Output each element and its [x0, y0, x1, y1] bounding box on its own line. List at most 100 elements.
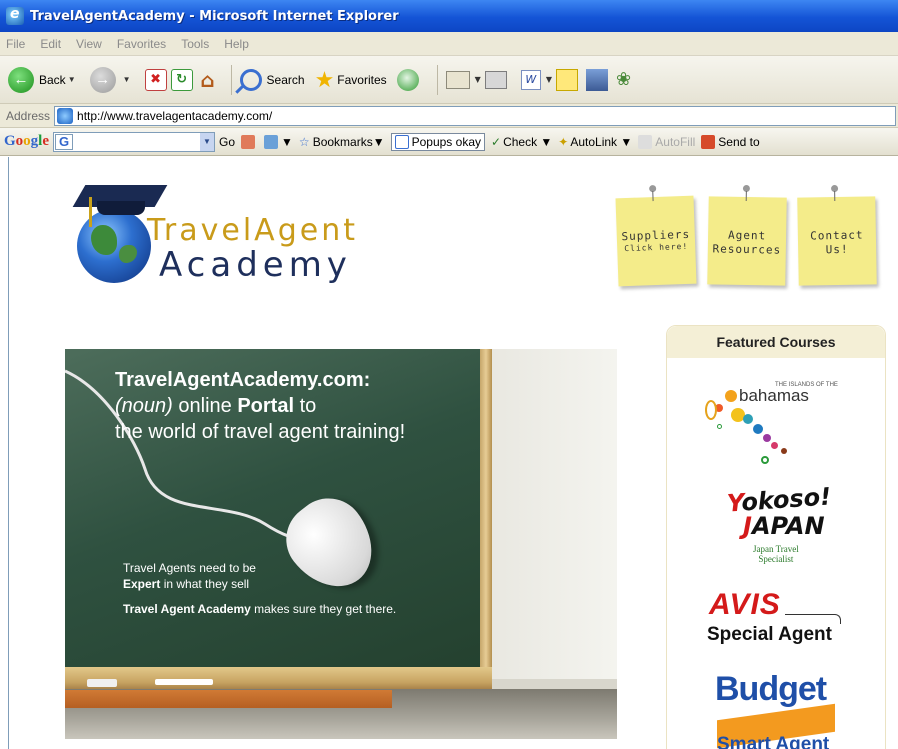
favorites-label: Favorites [337, 72, 387, 87]
avis-swoosh [785, 614, 841, 624]
refresh-icon[interactable]: ↻ [170, 68, 193, 91]
hero-sentence2: Expert in what they sell [123, 577, 249, 591]
page-icon [57, 107, 74, 124]
menu-file[interactable]: File [6, 37, 25, 51]
forward-arrow-icon: → [89, 66, 116, 93]
hero-sentence1: Travel Agents need to be [123, 561, 256, 575]
yokoso-line2: JAPAN [743, 512, 825, 540]
avis-special-agent-link[interactable]: AVIS Special Agent [667, 588, 887, 652]
popups-okay-button[interactable]: Popups okay [390, 132, 485, 151]
bookmarks-button[interactable]: ☆ Bookmarks ▼ [299, 135, 385, 149]
bookmarks-label: Bookmarks [312, 134, 373, 149]
agent-resources-note-link[interactable]: Agent Resources [707, 196, 787, 286]
back-button[interactable]: ← Back ▼ [8, 66, 80, 93]
standard-toolbar: ← Back ▼ → ▼ ✖ ↻ ⌂ Search ★ Favorites ▼ … [0, 56, 898, 104]
pagerank-icon[interactable] [241, 134, 258, 149]
send-to-button[interactable]: Send to [701, 134, 760, 149]
google-go-button[interactable]: Go [219, 135, 235, 149]
note-agent-line1: Agent [727, 228, 767, 243]
edit-dropdown-icon[interactable]: ▼ [546, 75, 552, 84]
news-icon[interactable]: ▼ [264, 134, 293, 149]
autofill-icon [638, 134, 653, 149]
forward-button[interactable]: → ▼ [89, 66, 135, 93]
autofill-button[interactable]: AutoFill [638, 134, 695, 149]
google-search-input[interactable]: G ▼ [53, 131, 216, 152]
back-label: Back [39, 72, 66, 87]
check-label: Check [503, 134, 538, 149]
chalk-stick [155, 679, 213, 685]
hero-to: to [299, 395, 317, 417]
eraser [87, 679, 117, 687]
contact-us-note-link[interactable]: Contact Us! [797, 196, 877, 286]
orange-ledge [65, 690, 392, 708]
page-viewport: TravelAgent Academy Suppliers Click here… [8, 157, 898, 749]
address-input[interactable]: http://www.travelagentacademy.com/ [54, 105, 896, 126]
favorites-button[interactable]: ★ Favorites [315, 67, 387, 93]
google-toolbar: Google G ▼ Go ▼ ☆ Bookmarks ▼ Popups okay … [0, 128, 898, 156]
note-agent-line2: Resources [712, 242, 782, 257]
autolink-label: AutoLink [570, 134, 618, 149]
menu-tools[interactable]: Tools [181, 37, 209, 51]
send-to-icon [701, 134, 716, 149]
spellcheck-icon: ✓ [491, 134, 502, 149]
print-icon[interactable] [484, 70, 507, 89]
messenger-icon[interactable]: ❀ [616, 69, 631, 90]
featured-courses-panel: Featured Courses THE ISLANDS OF THE baha… [666, 325, 886, 749]
menu-favorites[interactable]: Favorites [117, 37, 166, 51]
pushpin-icon [829, 185, 839, 203]
forward-dropdown-icon[interactable]: ▼ [123, 75, 131, 84]
edit-word-icon[interactable]: W [520, 69, 541, 90]
search-label: Search [266, 72, 305, 87]
google-search-dropdown-icon[interactable]: ▼ [200, 132, 215, 151]
note-suppliers-line1: Suppliers [621, 227, 691, 244]
bahamas-course-link[interactable]: THE ISLANDS OF THE bahamas [667, 380, 887, 470]
note-icon[interactable] [555, 68, 578, 91]
japan-sub1: Japan Travel [753, 544, 799, 554]
address-url[interactable]: http://www.travelagentacademy.com/ [77, 109, 272, 123]
title-bar: TravelAgentAcademy - Microsoft Internet … [0, 0, 898, 32]
mail-dropdown-icon[interactable]: ▼ [475, 75, 481, 84]
favorites-star-icon: ★ [314, 66, 335, 92]
menu-help[interactable]: Help [224, 37, 249, 51]
hero-expert: Expert [123, 577, 161, 591]
bookmark-star-icon: ☆ [298, 134, 310, 149]
budget-wordmark: Budget [715, 670, 827, 708]
back-arrow-icon: ← [8, 66, 34, 93]
stop-icon[interactable]: ✖ [144, 68, 167, 91]
popups-label: Popups okay [411, 134, 481, 149]
note-suppliers-line2: Click here! [624, 241, 689, 254]
note-contact-line1: Contact [810, 228, 864, 243]
mail-icon[interactable] [445, 70, 470, 89]
hero-title: TravelAgentAcademy.com: [115, 369, 371, 391]
hero-sentence3: Travel Agent Academy makes sure they get… [123, 602, 396, 616]
site-logo[interactable]: TravelAgent Academy [72, 179, 375, 289]
board-frame [480, 349, 492, 679]
japan-specialist-course-link[interactable]: Yokoso! JAPAN Japan Travel Specialist [667, 482, 887, 572]
history-icon[interactable] [396, 68, 419, 91]
spellcheck-button[interactable]: ✓ Check ▼ [491, 135, 552, 149]
budget-subtitle: Smart Agent [717, 734, 830, 749]
japan-rest: APAN [751, 512, 825, 540]
menu-edit[interactable]: Edit [40, 37, 61, 51]
japan-sub2: Specialist [758, 554, 794, 564]
send-to-label: Send to [718, 134, 760, 149]
toolbar-separator [230, 64, 232, 95]
budget-smart-agent-link[interactable]: Budget Smart Agent [667, 670, 887, 749]
back-dropdown-icon[interactable]: ▼ [68, 75, 76, 84]
research-icon[interactable] [585, 68, 608, 91]
hero-portal: Portal [237, 395, 295, 417]
autolink-button[interactable]: ✦ AutoLink ▼ [558, 135, 632, 149]
ie-app-icon [6, 6, 24, 25]
note-contact-line2: Us! [825, 242, 849, 257]
search-button[interactable]: Search [239, 68, 305, 91]
suppliers-note-link[interactable]: Suppliers Click here! [615, 195, 697, 287]
hero-in-what: in what they sell [163, 577, 250, 591]
google-logo[interactable]: Google [4, 133, 49, 150]
pushpin-icon [647, 185, 658, 203]
hero-online: online [178, 395, 232, 417]
menu-view[interactable]: View [76, 37, 102, 51]
hero-line3: the world of travel agent training! [115, 421, 406, 443]
home-icon[interactable]: ⌂ [197, 68, 219, 92]
pushpin-icon [741, 185, 751, 203]
google-g-icon: G [55, 133, 74, 150]
